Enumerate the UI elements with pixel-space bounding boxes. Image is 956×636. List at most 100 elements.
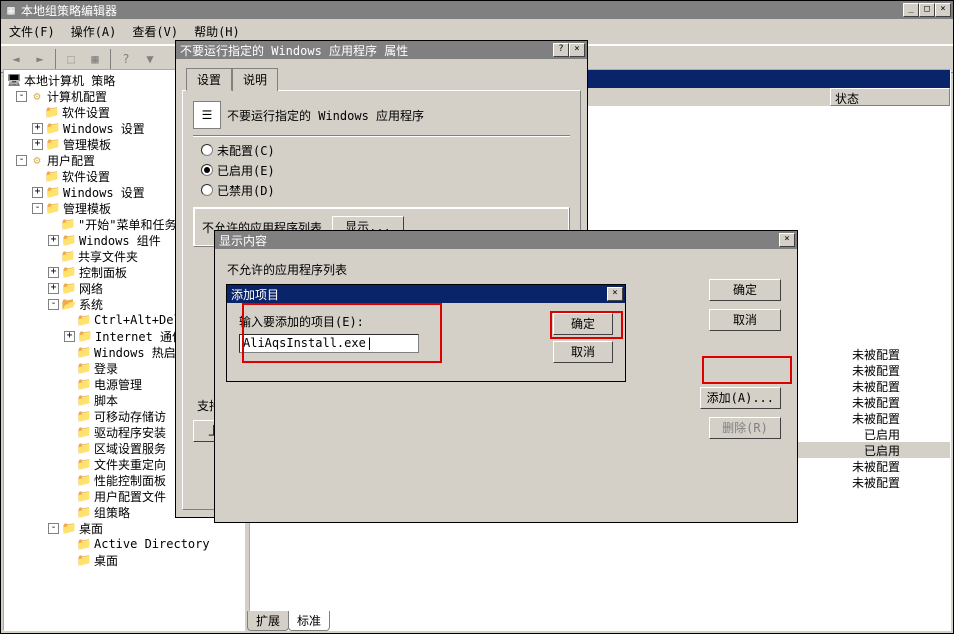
folder-icon: 📁 — [45, 137, 61, 151]
menu-view[interactable]: 查看(V) — [128, 21, 182, 42]
close-button[interactable]: × — [607, 287, 623, 301]
radio-disabled[interactable]: 已禁用(D) — [201, 181, 570, 199]
show-label: 不允许的应用程序列表 — [227, 261, 695, 278]
expander[interactable]: - — [48, 299, 59, 310]
folder-icon: 📁 — [76, 537, 92, 551]
menu-file[interactable]: 文件(F) — [5, 21, 59, 42]
tree-item[interactable]: Active Directory — [94, 537, 210, 551]
ok-button[interactable]: 确定 — [709, 279, 781, 301]
tree-item[interactable]: Windows 热启 — [94, 344, 176, 361]
gear-icon: ⚙ — [29, 153, 45, 167]
folder-icon: 📁 — [61, 281, 77, 295]
tree-item[interactable]: 桌面 — [79, 520, 103, 537]
tree-item[interactable]: 软件设置 — [62, 168, 110, 185]
main-title: 本地组策略编辑器 — [19, 2, 903, 19]
tab-explain[interactable]: 说明 — [232, 68, 278, 91]
tree-item[interactable]: 桌面 — [94, 552, 118, 569]
tree-computer-cfg[interactable]: 计算机配置 — [47, 88, 107, 105]
expander[interactable]: + — [48, 267, 59, 278]
tab-extended[interactable]: 扩展 — [247, 611, 289, 631]
tree-item[interactable]: 用户配置文件 — [94, 488, 166, 505]
col-status[interactable]: 状态 — [830, 88, 950, 106]
tree-item[interactable]: Windows 设置 — [63, 120, 145, 137]
tree-root[interactable]: 本地计算机 策略 — [24, 72, 115, 89]
tree-item[interactable]: 软件设置 — [62, 104, 110, 121]
expander[interactable]: + — [64, 331, 75, 342]
folder-icon: 📁 — [45, 185, 61, 199]
folder-icon: 📁 — [76, 409, 92, 423]
tree-item[interactable]: "开始"菜单和任务栏 — [78, 216, 188, 233]
tree-item[interactable]: 区域设置服务 — [94, 440, 166, 457]
add-item-dialog: 添加项目 × 输入要添加的项目(E): AliAqsInstall.exe 确定… — [226, 284, 626, 382]
cancel-button[interactable]: 取消 — [553, 341, 613, 363]
tree-user-cfg[interactable]: 用户配置 — [47, 152, 95, 169]
folder-icon: 📁 — [76, 393, 92, 407]
folder-open-icon: 📂 — [61, 297, 77, 311]
tab-settings[interactable]: 设置 — [186, 68, 232, 91]
tree-item[interactable]: 电源管理 — [94, 376, 142, 393]
add-label: 输入要添加的项目(E): — [239, 313, 533, 330]
tree-item[interactable]: 可移动存储访 — [94, 408, 166, 425]
tree-item[interactable]: Windows 组件 — [79, 232, 161, 249]
folder-icon: 📁 — [44, 169, 60, 183]
policy-icon: ☰ — [193, 101, 221, 129]
computer-icon: 🖥 — [6, 73, 22, 87]
close-button[interactable]: × — [779, 233, 795, 247]
tab-standard[interactable]: 标准 — [288, 611, 330, 631]
expander[interactable]: - — [16, 91, 27, 102]
expander[interactable]: + — [32, 123, 43, 134]
radio-not-configured[interactable]: 未配置(C) — [201, 141, 570, 159]
folder-icon: 📁 — [76, 457, 92, 471]
tree-item[interactable]: 脚本 — [94, 392, 118, 409]
app-icon: ▦ — [3, 3, 19, 17]
add-button[interactable]: 添加(A)... — [700, 387, 781, 409]
props-title: 不要运行指定的 Windows 应用程序 属性 — [178, 42, 553, 59]
minimize-button[interactable]: _ — [903, 3, 919, 17]
expander[interactable]: - — [16, 155, 27, 166]
folder-icon: 📁 — [76, 489, 92, 503]
cancel-button[interactable]: 取消 — [709, 309, 781, 331]
expander[interactable]: + — [48, 235, 59, 246]
tree-item[interactable]: 共享文件夹 — [78, 248, 138, 265]
tree-item[interactable]: Windows 设置 — [63, 184, 145, 201]
folder-icon: 📁 — [76, 361, 92, 375]
main-titlebar: ▦ 本地组策略编辑器 _ □ × — [1, 1, 953, 19]
tree-item[interactable]: 性能控制面板 — [94, 472, 166, 489]
ok-button[interactable]: 确定 — [553, 313, 613, 335]
tree-item[interactable]: Ctrl+Alt+Del — [94, 313, 181, 327]
folder-icon: 📁 — [61, 521, 77, 535]
expander[interactable]: + — [32, 139, 43, 150]
expander[interactable]: + — [32, 187, 43, 198]
menu-help[interactable]: 帮助(H) — [190, 21, 244, 42]
tree-item[interactable]: 登录 — [94, 360, 118, 377]
add-title: 添加项目 — [229, 286, 607, 303]
tree-item[interactable]: 驱动程序安装 — [94, 424, 166, 441]
menu-action[interactable]: 操作(A) — [67, 21, 121, 42]
props-titlebar: 不要运行指定的 Windows 应用程序 属性 ? × — [176, 41, 587, 59]
tree-item[interactable]: 管理模板 — [63, 200, 111, 217]
folder-icon: 📁 — [76, 345, 92, 359]
expander[interactable]: - — [48, 523, 59, 534]
show-title: 显示内容 — [217, 232, 779, 249]
tree-item[interactable]: 管理模板 — [63, 136, 111, 153]
add-titlebar: 添加项目 × — [227, 285, 625, 303]
tree-item[interactable]: Internet 通信 — [95, 328, 184, 345]
folder-icon: 📁 — [76, 313, 92, 327]
maximize-button[interactable]: □ — [919, 3, 935, 17]
close-button[interactable]: × — [935, 3, 951, 17]
gear-icon: ⚙ — [29, 89, 45, 103]
expander[interactable]: - — [32, 203, 43, 214]
tree-item[interactable]: 文件夹重定向 — [94, 456, 166, 473]
add-item-input[interactable]: AliAqsInstall.exe — [239, 334, 419, 353]
help-button[interactable]: ? — [553, 43, 569, 57]
close-button[interactable]: × — [569, 43, 585, 57]
folder-icon: 📁 — [76, 553, 92, 567]
tree-system[interactable]: 系统 — [79, 296, 103, 313]
tree-item[interactable]: 网络 — [79, 280, 103, 297]
expander[interactable]: + — [48, 283, 59, 294]
tree-item[interactable]: 控制面板 — [79, 264, 127, 281]
tree-item[interactable]: 组策略 — [94, 504, 130, 521]
policy-name: 不要运行指定的 Windows 应用程序 — [227, 107, 424, 124]
folder-icon: 📁 — [60, 217, 76, 231]
radio-enabled[interactable]: 已启用(E) — [201, 161, 570, 179]
